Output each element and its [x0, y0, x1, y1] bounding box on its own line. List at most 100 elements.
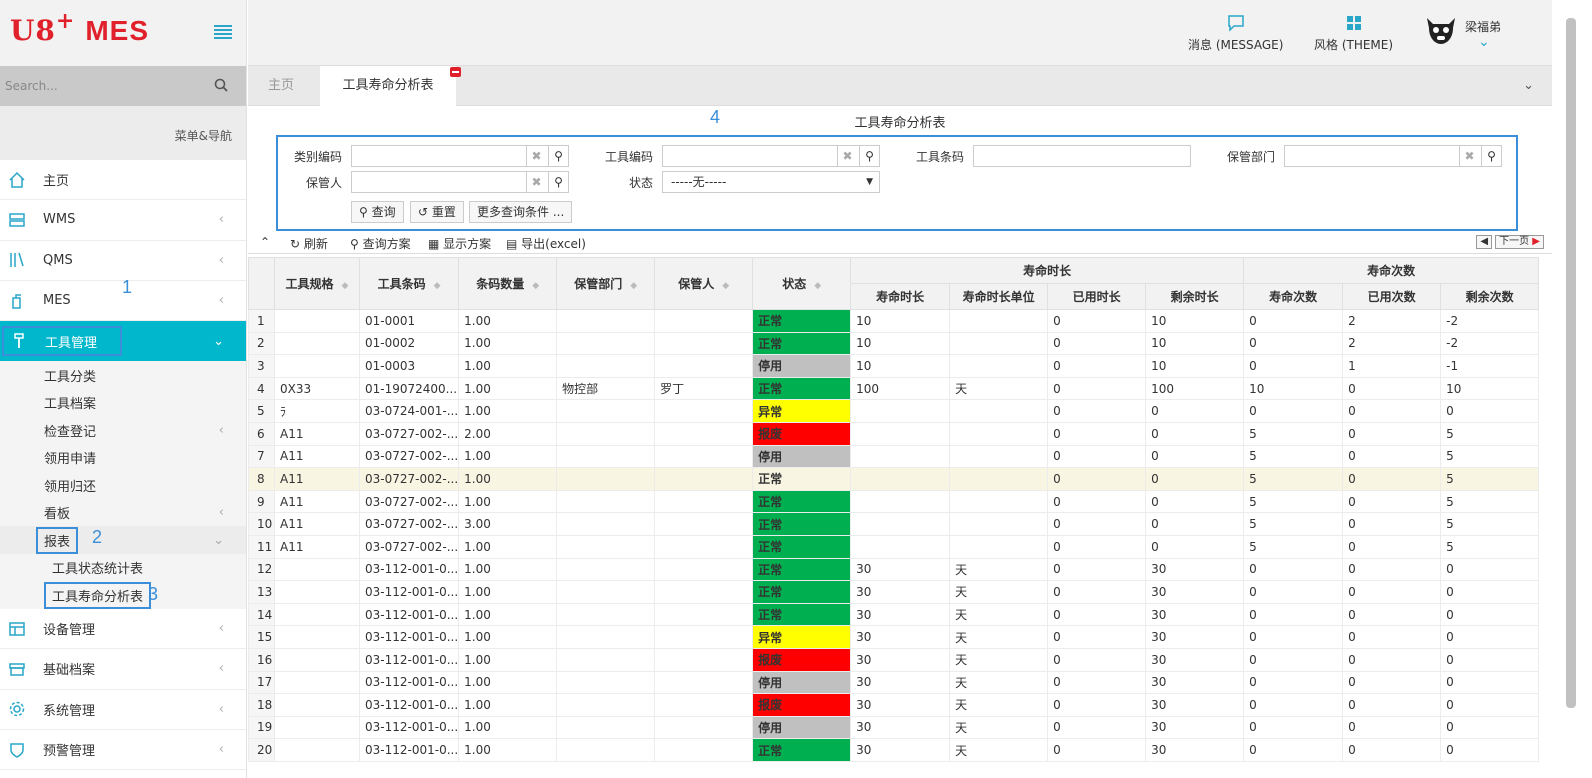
collapse-icon[interactable]: ⌃ — [260, 235, 270, 249]
clear-icon[interactable]: ✖ — [526, 146, 546, 166]
nav-item-mes[interactable]: MES ‹ 1 — [0, 277, 246, 322]
nav-item-home[interactable]: 主页 — [0, 160, 246, 201]
sidebar: U8+MES 菜单&导航 主页 WMS ‹ QMS ‹ MES ‹ 1 工具管理… — [0, 0, 247, 778]
sub-item-category[interactable]: 工具分类 — [0, 361, 246, 389]
sub-item-report[interactable]: 报表 2 ⌄ — [0, 526, 246, 554]
user-menu[interactable]: 梁福弟 ⌄ — [1423, 14, 1501, 50]
nav-item-basic[interactable]: 基础档案 ‹ — [0, 649, 246, 690]
table-row[interactable]: 6 A11 03-0727-002-... 2.00 报废 0 0 5 0 5 — [248, 421, 1540, 446]
tab-home[interactable]: 主页 — [268, 66, 294, 106]
search-input[interactable] — [0, 66, 210, 106]
nav-item-qms[interactable]: QMS ‹ — [0, 241, 246, 281]
page-scrollbar[interactable] — [1552, 0, 1592, 778]
nav-item-equipment[interactable]: 设备管理 ‹ — [0, 609, 246, 650]
hamburger-menu-icon[interactable] — [214, 25, 232, 39]
table-row[interactable]: 7 A11 03-0727-002-... 1.00 停用 0 0 5 0 5 — [248, 444, 1540, 469]
header-life-unit[interactable]: 寿命时长单位 — [949, 283, 1049, 310]
sort-icon: ◆ — [630, 281, 638, 291]
query-button[interactable]: ⚲ 查询 — [351, 201, 404, 223]
header-used-count[interactable]: 已用次数 — [1342, 283, 1442, 310]
next-page-button[interactable]: 下一页 ▶ — [1495, 235, 1544, 249]
archive-icon — [8, 660, 26, 678]
table-row[interactable]: 20 03-112-001-0... 1.00 正常 30 天 0 30 0 0 0 — [248, 738, 1540, 762]
remain-count-cell: 0 — [1440, 602, 1540, 627]
theme-button[interactable]: 风格 (THEME) — [1314, 14, 1393, 53]
scrollbar-thumb[interactable] — [1566, 18, 1576, 708]
header-spec[interactable]: 工具规格 ◆ — [274, 257, 360, 310]
nav-item-tools[interactable]: 工具管理 ⌄ — [0, 321, 246, 362]
clear-icon[interactable]: ✖ — [526, 172, 546, 192]
table-row[interactable]: 4 0X33 01-19072400... 1.00 物控部 罗丁 正常 100 天 0 100 10… — [248, 376, 1540, 401]
header-remain-count[interactable]: 剩余次数 — [1440, 283, 1540, 310]
header-remain-time[interactable]: 剩余时长 — [1145, 283, 1245, 310]
table-row[interactable]: 16 03-112-001-0... 1.00 报废 30 天 0 30 0 0 0 — [248, 647, 1540, 672]
keeper-cell — [654, 354, 754, 378]
clear-icon[interactable]: ✖ — [837, 146, 857, 166]
search-icon[interactable]: ⚲ — [859, 146, 879, 166]
remain-time-cell: 30 — [1145, 647, 1245, 672]
dept-input[interactable]: ✖ ⚲ — [1284, 145, 1502, 167]
table-row[interactable]: 13 03-112-001-0... 1.00 正常 30 天 0 30 0 0 0 — [248, 580, 1540, 604]
query-plan-button[interactable]: ⚲ 查询方案 — [350, 235, 411, 252]
chevron-down-icon[interactable]: ⌄ — [1523, 78, 1534, 93]
refresh-button[interactable]: ↻ 刷新 — [290, 235, 328, 252]
header-dept[interactable]: 保管部门 ◆ — [556, 257, 656, 310]
prev-page-button[interactable]: ◀ — [1476, 235, 1493, 249]
table-row[interactable]: 11 A11 03-0727-002-... 1.00 正常 0 0 5 0 5 — [248, 534, 1540, 559]
status-select[interactable]: -----无----- ▼ — [662, 171, 880, 193]
nav-item-wms[interactable]: WMS ‹ — [0, 200, 246, 241]
nav-item-system[interactable]: 系统管理 ‹ — [0, 690, 246, 730]
tool-barcode-input[interactable] — [973, 145, 1191, 167]
table-row[interactable]: 5 ﾗ 03-0724-001-... 1.00 异常 0 0 0 0 0 — [248, 399, 1540, 423]
tab-life-report[interactable]: 工具寿命分析表 — [320, 66, 456, 106]
keeper-input[interactable]: ✖ ⚲ — [351, 171, 569, 193]
search-icon[interactable] — [214, 78, 228, 92]
qty-cell: 1.00 — [458, 354, 558, 378]
category-code-input[interactable]: ✖ ⚲ — [351, 145, 569, 167]
table-row[interactable]: 19 03-112-001-0... 1.00 停用 30 天 0 30 0 0 0 — [248, 715, 1540, 740]
search-icon[interactable]: ⚲ — [1481, 146, 1501, 166]
sub-item-return[interactable]: 领用归还 — [0, 471, 246, 499]
sub-item-archive[interactable]: 工具档案 — [0, 388, 246, 417]
reset-button[interactable]: ↺ 重置 — [410, 201, 464, 223]
sub-item-life-report[interactable]: 工具寿命分析表 3 — [0, 581, 246, 609]
header-qty[interactable]: 条码数量 ◆ — [458, 257, 558, 310]
layout-icon — [8, 620, 26, 638]
export-button[interactable]: ▤ 导出(excel) — [506, 235, 586, 252]
table-row[interactable]: 15 03-112-001-0... 1.00 异常 30 天 0 30 0 0 0 — [248, 625, 1540, 649]
message-button[interactable]: 消息 (MESSAGE) — [1188, 14, 1283, 53]
sub-item-inspect[interactable]: 检查登记 ‹ — [0, 416, 246, 444]
table-row[interactable]: 1 01-0001 1.00 正常 10 0 10 0 2 -2 — [248, 309, 1540, 333]
table-row[interactable]: 9 A11 03-0727-002-... 1.00 正常 0 0 5 0 5 — [248, 489, 1540, 514]
table-row[interactable]: 14 03-112-001-0... 1.00 正常 30 天 0 30 0 0 0 — [248, 602, 1540, 627]
sub-item-label: 检查登记 — [44, 424, 97, 440]
search-icon[interactable]: ⚲ — [548, 146, 568, 166]
table-row[interactable]: 3 01-0003 1.00 停用 10 0 10 0 1 -1 — [248, 354, 1540, 378]
tool-code-input[interactable]: ✖ ⚲ — [662, 145, 880, 167]
header-barcode[interactable]: 工具条码 ◆ — [358, 257, 460, 310]
sort-icon: ◆ — [722, 281, 730, 291]
life-unit-cell: 天 — [949, 602, 1049, 627]
close-tab-icon[interactable] — [450, 67, 461, 77]
more-conditions-button[interactable]: 更多查询条件 ... — [469, 201, 573, 223]
table-row[interactable]: 17 03-112-001-0... 1.00 停用 30 天 0 30 0 0 0 — [248, 670, 1540, 695]
header-used-time[interactable]: 已用时长 — [1047, 283, 1147, 310]
table-row[interactable]: 12 03-112-001-0... 1.00 正常 30 天 0 30 0 0 0 — [248, 557, 1540, 582]
header-keeper[interactable]: 保管人 ◆ — [654, 257, 754, 310]
clear-icon[interactable]: ✖ — [1459, 146, 1479, 166]
sub-item-apply[interactable]: 领用申请 — [0, 443, 246, 472]
display-plan-button[interactable]: ▦ 显示方案 — [428, 235, 491, 252]
sub-item-status-report[interactable]: 工具状态统计表 — [0, 553, 246, 582]
table-row[interactable]: 2 01-0002 1.00 正常 10 0 10 0 2 -2 — [248, 331, 1540, 356]
header-life-count[interactable]: 寿命次数 — [1243, 283, 1344, 310]
table-row[interactable]: 18 03-112-001-0... 1.00 报废 30 天 0 30 0 0 0 — [248, 693, 1540, 717]
table-row[interactable]: 10 A11 03-0727-002-... 3.00 正常 0 0 5 0 5 — [248, 512, 1540, 536]
table-row[interactable]: 8 A11 03-0727-002-... 1.00 正常 0 0 5 0 5 — [248, 467, 1540, 491]
remain-time-cell: 0 — [1145, 512, 1245, 536]
header-life-time[interactable]: 寿命时长 — [850, 283, 951, 310]
nav-item-alert[interactable]: 预警管理 ‹ — [0, 730, 246, 771]
header-status[interactable]: 状态 ◆ — [752, 257, 852, 310]
sub-item-board[interactable]: 看板 ‹ — [0, 498, 246, 527]
used-time-cell: 0 — [1047, 467, 1147, 491]
search-icon[interactable]: ⚲ — [548, 172, 568, 192]
